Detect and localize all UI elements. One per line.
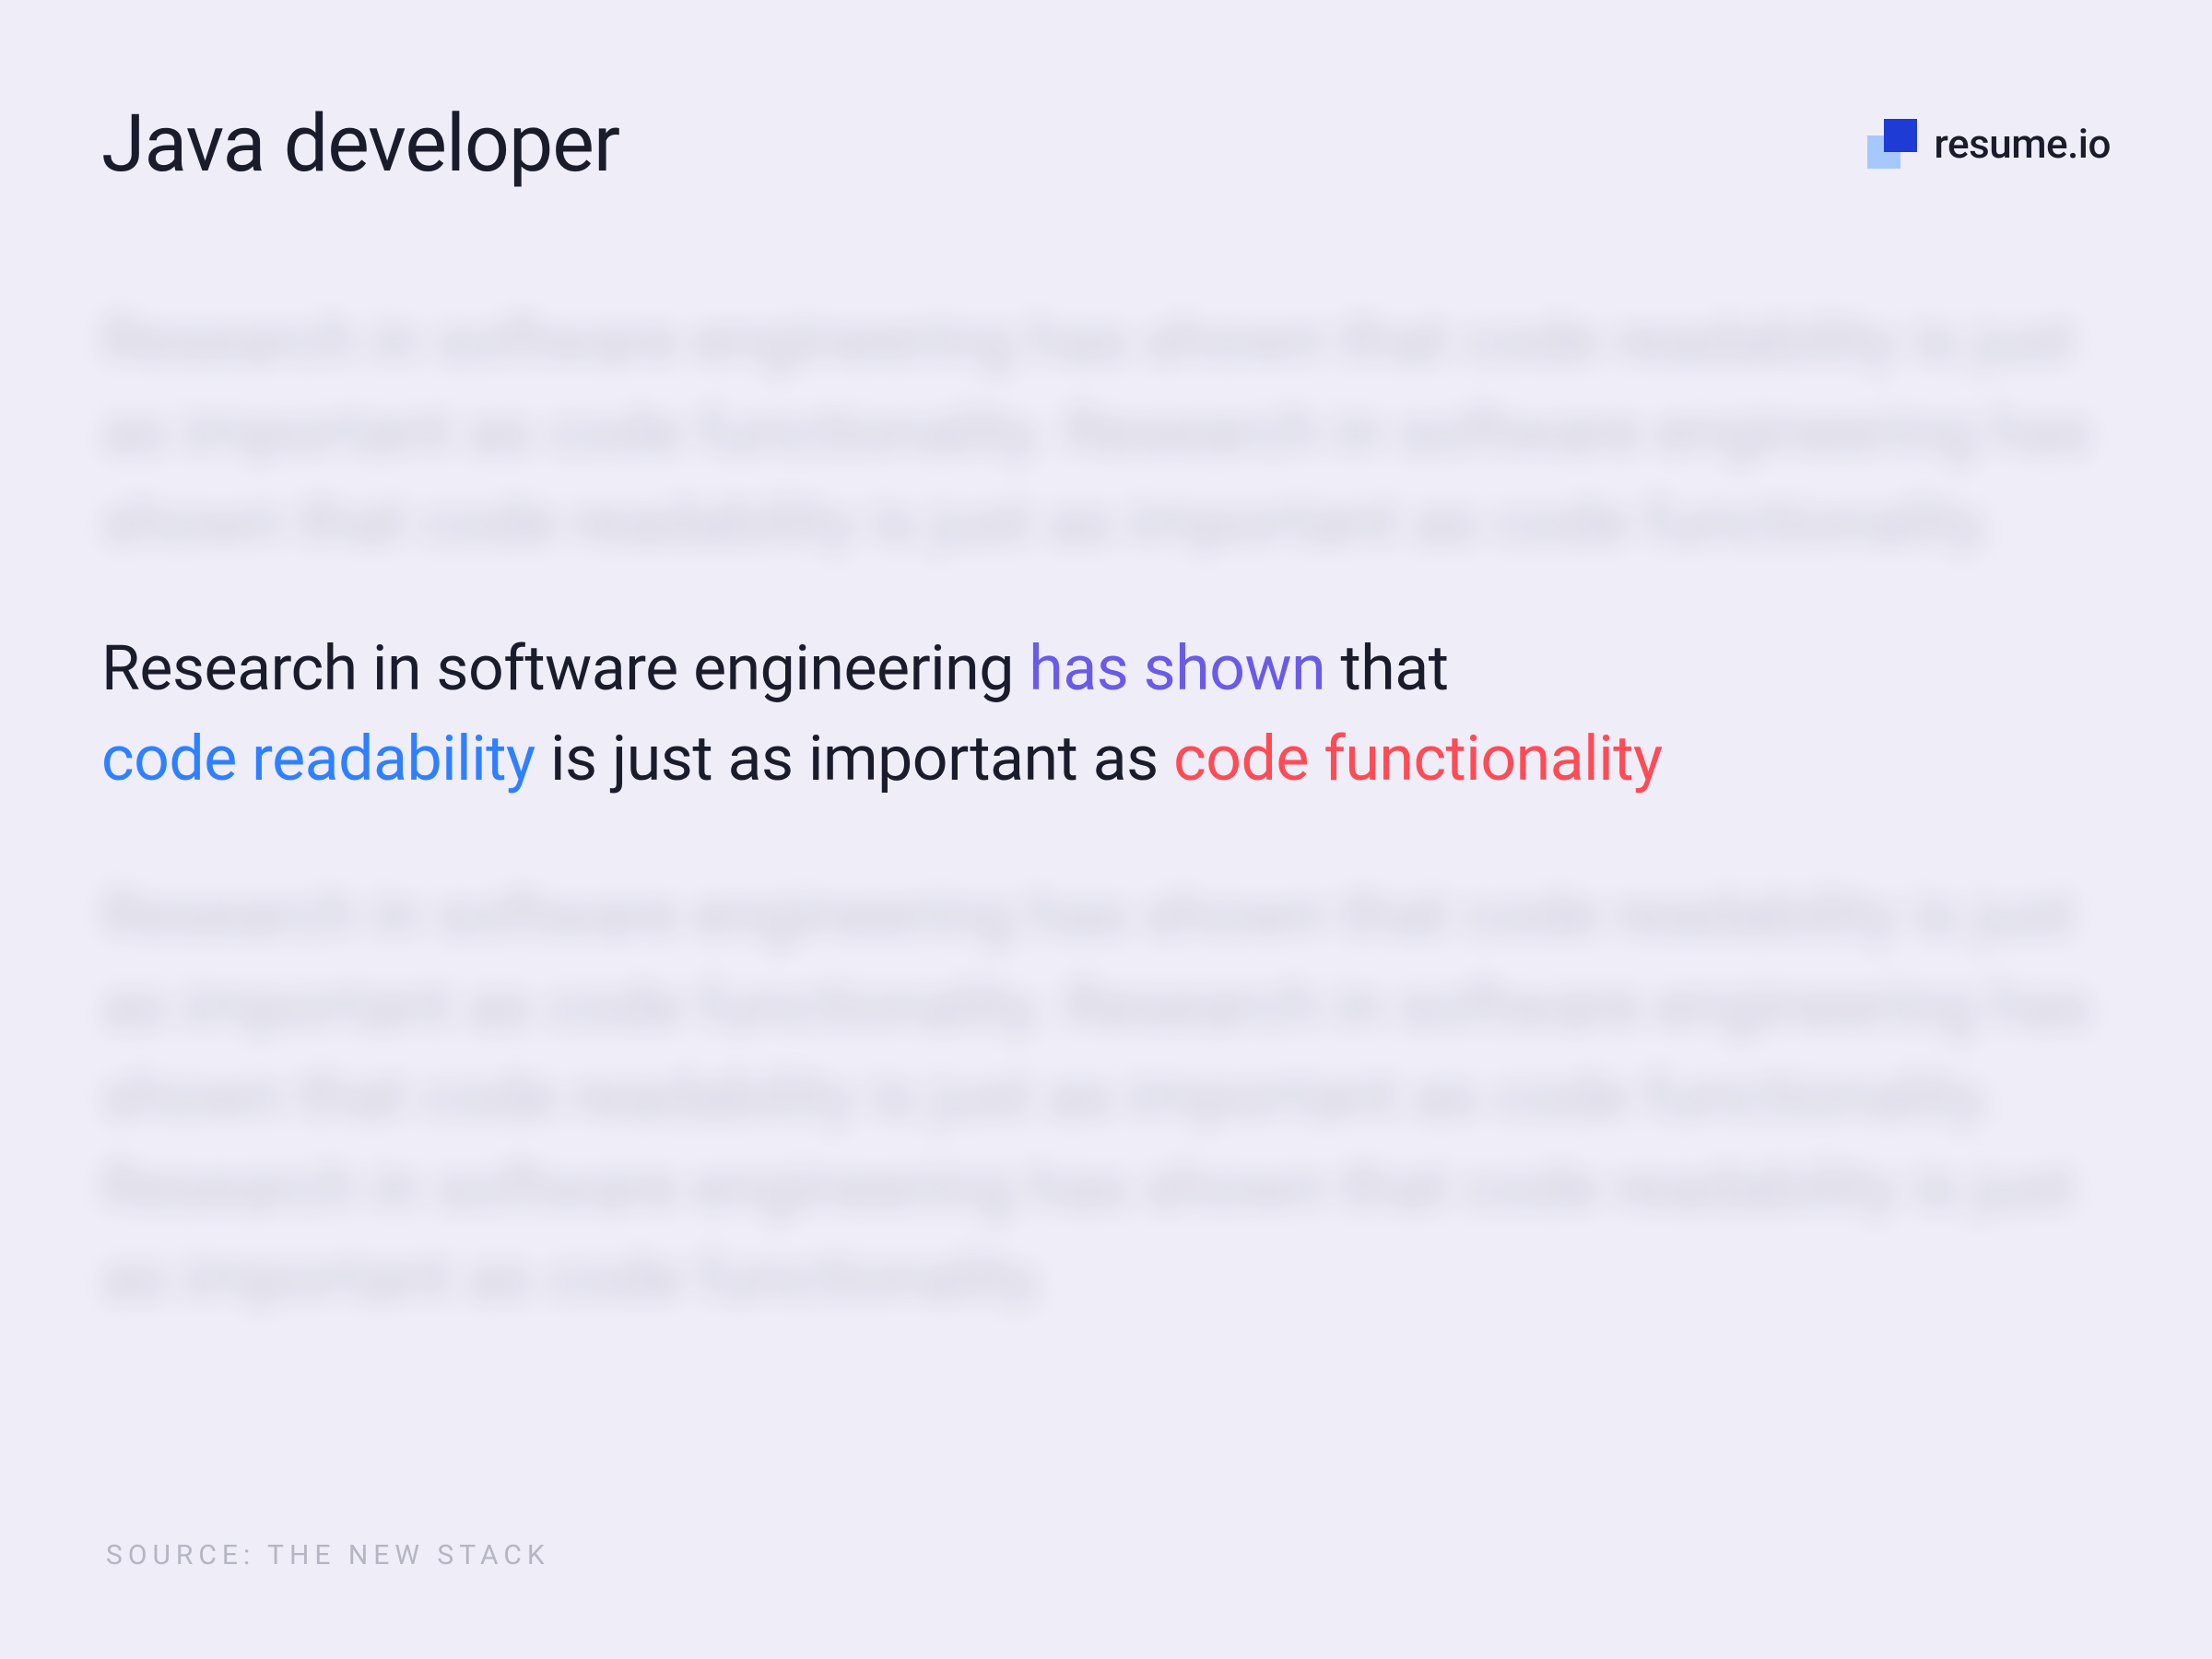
quote-seg6-highlight: code functionality [1173, 722, 1663, 795]
quote-seg1: Research in software engineering [101, 631, 1029, 705]
brand-logo-icon [1867, 119, 1917, 169]
blurred-text-bottom: Research in software engineering has sho… [101, 869, 2111, 1324]
quote-seg4-highlight: code readability [101, 722, 535, 795]
header: Java developer resume.io [101, 97, 2111, 190]
quote-seg5: is just as important as [535, 722, 1173, 795]
main-quote: Research in software engineering has sho… [101, 623, 2111, 805]
content-area: Research in software engineering has sho… [101, 295, 2111, 1324]
quote-seg3: that [1325, 631, 1448, 705]
blurred-text-top: Research in software engineering has sho… [101, 295, 2111, 568]
source-attribution: SOURCE: THE NEW STACK [106, 1539, 550, 1571]
quote-seg2-highlight: has shown [1029, 631, 1325, 705]
brand: resume.io [1867, 119, 2111, 169]
brand-name: resume.io [1934, 120, 2111, 168]
page-title: Java developer [101, 97, 619, 190]
